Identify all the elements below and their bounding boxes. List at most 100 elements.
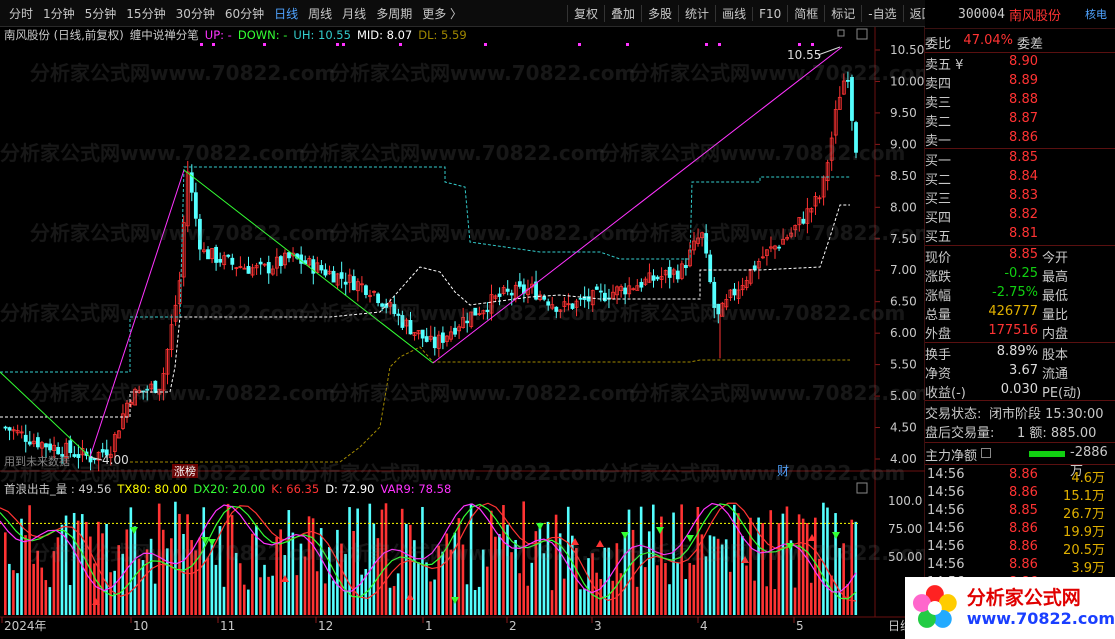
volume-bar: [688, 563, 692, 615]
tool-button[interactable]: -自选: [861, 5, 902, 22]
volume-bar: [170, 538, 173, 615]
ask-row-label: 卖四: [925, 77, 952, 92]
stat-row-aux: 流通: [1042, 367, 1069, 382]
ask-row-label: 卖五 ¥: [925, 58, 964, 73]
volume-bar: [242, 584, 246, 615]
tick-time: 14:56: [927, 503, 965, 518]
volume-bar: [745, 565, 748, 615]
mainflow-toggle-icon[interactable]: [981, 448, 991, 458]
volume-bar: [830, 575, 833, 615]
sub-indicator-name[interactable]: 首浪出击_量 : 49.56: [4, 481, 111, 497]
var9-line: [0, 502, 857, 594]
period-tab[interactable]: 周线: [303, 5, 337, 22]
volume-bar: [186, 514, 189, 615]
candle-body: [465, 320, 470, 324]
volume-bar: [838, 548, 841, 615]
volume-bar: [234, 552, 238, 615]
stat-row-label: 现价: [925, 251, 952, 266]
volume-bar: [441, 551, 444, 615]
period-tab[interactable]: 日线: [269, 5, 303, 22]
volume-bar: [8, 563, 11, 615]
period-tab[interactable]: 5分钟: [80, 5, 122, 22]
legend-d: D: 72.90: [325, 482, 375, 496]
tick-price: 8.85: [1009, 503, 1038, 518]
volume-bar: [206, 557, 210, 615]
candle-body: [323, 269, 328, 276]
tool-button[interactable]: 复权: [567, 5, 604, 22]
period-tab[interactable]: 30分钟: [171, 5, 220, 22]
volume-bar: [425, 562, 428, 615]
candle-body: [554, 306, 559, 312]
volume-bar: [749, 517, 752, 615]
volume-bar: [781, 513, 785, 615]
volume-bar: [409, 524, 412, 615]
tool-button[interactable]: 多股: [641, 5, 678, 22]
volume-bar: [680, 504, 683, 615]
stat-row-value: 0.030: [1000, 382, 1038, 397]
candle-body: [230, 257, 235, 265]
volume-bar: [506, 524, 509, 615]
divider: [925, 245, 1115, 246]
tick-price: 8.86: [1009, 521, 1038, 536]
tool-button[interactable]: 标记: [824, 5, 861, 22]
candle-body: [27, 441, 32, 445]
tick-row: 14:56 8.86 15.1万: [925, 485, 1115, 504]
bid-row-value: 8.83: [1009, 188, 1038, 203]
tool-button[interactable]: 统计: [678, 5, 715, 22]
volume-bar: [32, 563, 35, 615]
volume-bar: [372, 523, 376, 615]
volume-bar: [93, 563, 96, 615]
period-tab[interactable]: 更多 〉: [417, 5, 467, 22]
period-tab[interactable]: 月线: [337, 5, 371, 22]
tool-button[interactable]: 简框: [787, 5, 824, 22]
candle-body: [509, 292, 514, 296]
x-axis-label: 12: [318, 619, 333, 633]
stat-row: 涨跌 -0.25 最高: [925, 266, 1115, 285]
volume-bar: [315, 571, 319, 615]
candle-body: [76, 454, 81, 458]
volume-bar: [449, 549, 453, 615]
indicator-name[interactable]: 缠中说禅分笔: [130, 27, 199, 43]
price-axis-label: 5.00: [890, 389, 917, 403]
price-axis-label: 9.50: [890, 106, 917, 120]
bid-row: 买五 8.81: [925, 226, 1115, 245]
volume-bar: [332, 580, 335, 615]
candle-body: [440, 332, 445, 343]
tool-button[interactable]: F10: [752, 6, 787, 21]
kline-chart-svg[interactable]: 10.50 10.00 9.50 9.00 8.50 8.00 7.50 7.00 6.50 6.…: [0, 27, 925, 639]
candle-body: [684, 265, 688, 268]
candle-body: [376, 293, 381, 304]
signal-dot: [705, 43, 708, 46]
ctrl-icon: [837, 29, 845, 37]
volume-bar: [652, 504, 655, 615]
tool-button[interactable]: 叠加: [604, 5, 641, 22]
price-axis-label: 7.00: [890, 263, 917, 277]
stat-row-aux: PE(动): [1042, 386, 1082, 401]
period-tab[interactable]: 15分钟: [121, 5, 170, 22]
signal-dot: [212, 43, 215, 46]
chart-area[interactable]: 10.50 10.00 9.50 9.00 8.50 8.00 7.50 7.00 6.50 6.…: [0, 27, 935, 639]
period-tab[interactable]: 多周期: [371, 5, 417, 22]
sector-tag[interactable]: 核电: [1085, 6, 1107, 22]
candle-body: [266, 262, 271, 274]
volume-bar: [822, 502, 825, 615]
status-value: 闭市阶段 15:30:00: [989, 407, 1104, 422]
price-axis-label: 4.50: [890, 421, 917, 435]
volume-bar: [149, 538, 153, 615]
tick-volume: 26.7万: [1063, 507, 1105, 522]
volume-bar: [777, 523, 781, 615]
tool-button[interactable]: 画线: [715, 5, 752, 22]
period-tab[interactable]: 分时: [4, 5, 38, 22]
period-tab[interactable]: 60分钟: [220, 5, 269, 22]
sub-legend: 首浪出击_量 : 49.56 TX80: 80.00 DX20: 20.00 K…: [4, 481, 451, 497]
volume-bar: [352, 530, 355, 615]
volume-bar: [303, 556, 307, 615]
ask-row-value: 8.86: [1009, 130, 1038, 145]
volume-bar: [40, 567, 44, 615]
period-tab[interactable]: 1分钟: [38, 5, 80, 22]
bid-row-label: 买二: [925, 173, 952, 188]
candle-body: [331, 270, 336, 283]
volume-bar: [24, 535, 27, 615]
volume-bar: [485, 566, 489, 615]
weibi-row: 委比 47.04% 委差: [925, 33, 1115, 52]
